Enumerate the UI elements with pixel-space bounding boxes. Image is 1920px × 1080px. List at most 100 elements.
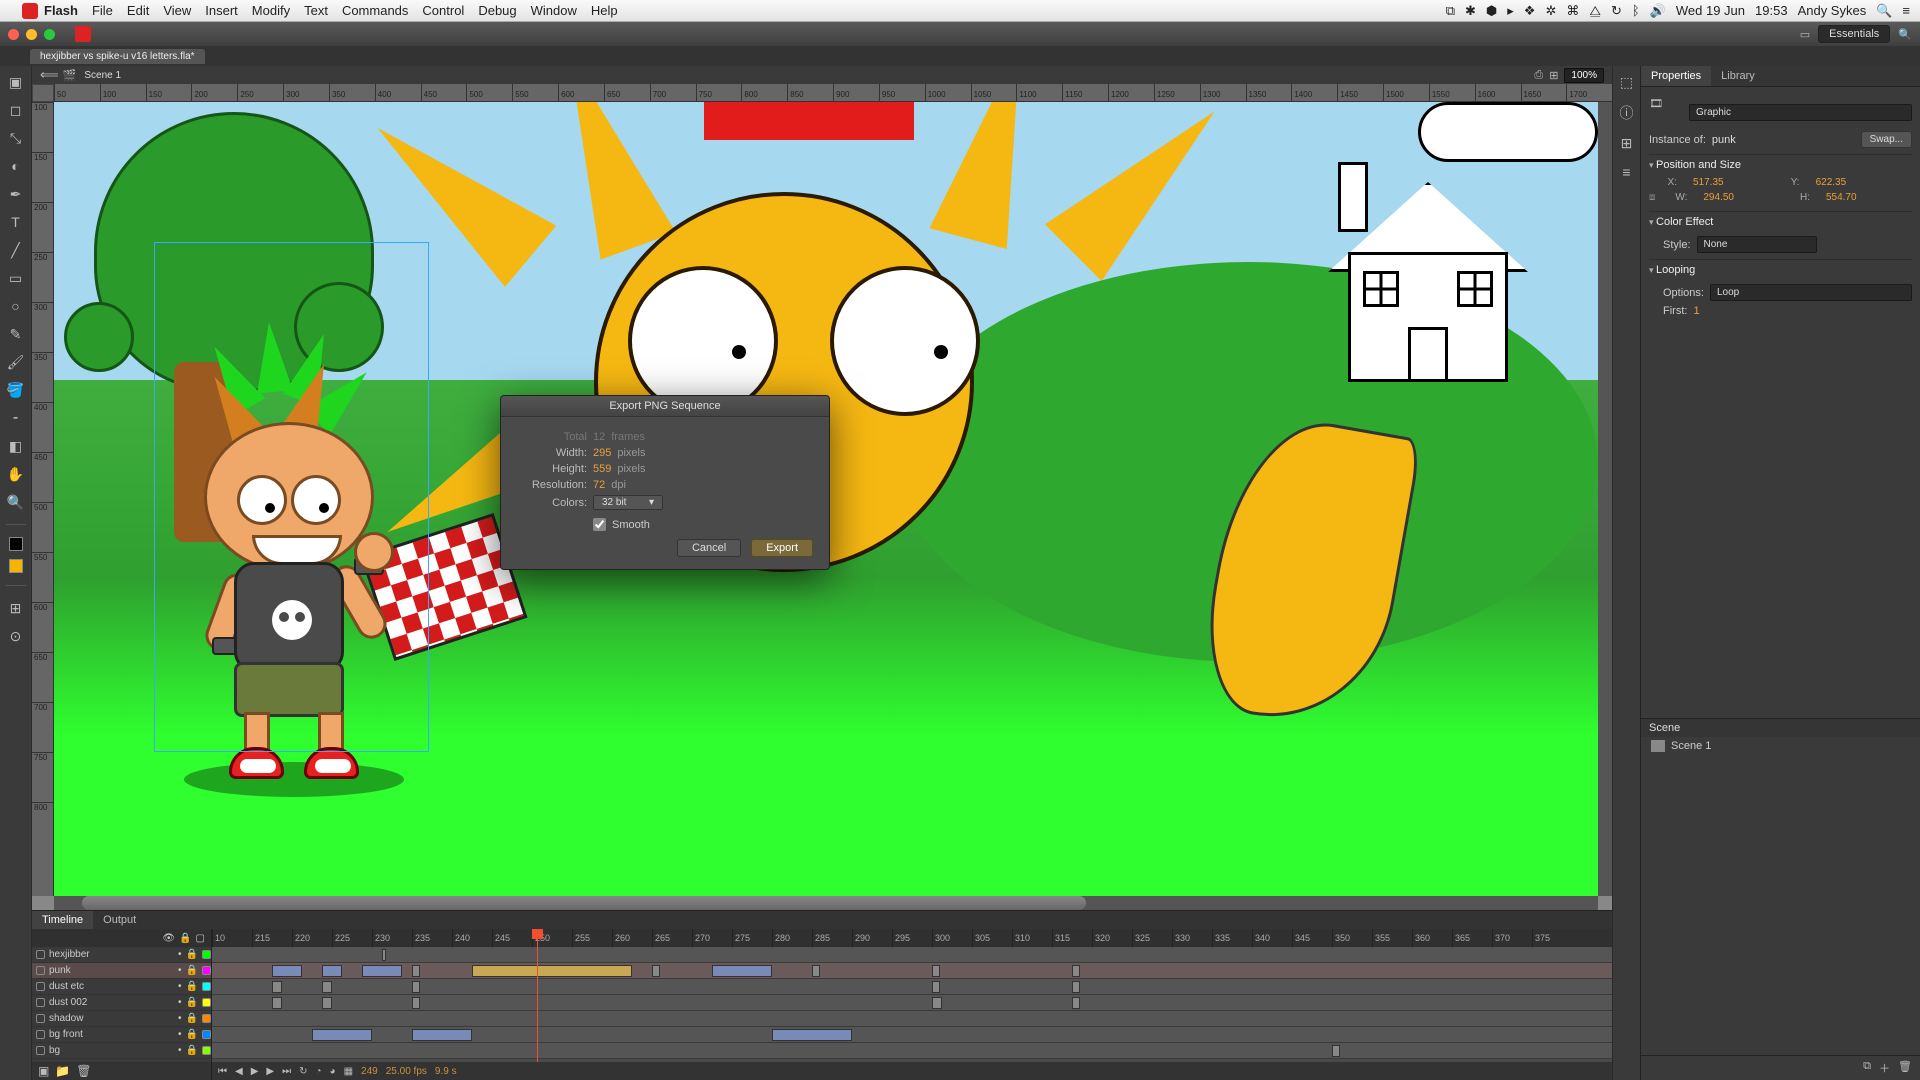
tab-library[interactable]: Library	[1711, 66, 1765, 86]
scene-list-item[interactable]: Scene 1	[1641, 737, 1920, 755]
layer-row[interactable]: bg•🔒	[32, 1043, 211, 1059]
keyframe-span[interactable]	[412, 965, 420, 977]
properties-icon[interactable]: ⬚	[1620, 74, 1633, 91]
layer-visible-dot[interactable]: •	[178, 1045, 182, 1056]
layer-outline-swatch[interactable]	[202, 1046, 211, 1055]
frame-number[interactable]: 365	[1452, 929, 1492, 947]
tab-properties[interactable]: Properties	[1641, 66, 1711, 86]
frame-number[interactable]: 275	[732, 929, 772, 947]
delete-scene-icon[interactable]: 🗑	[1898, 1060, 1912, 1076]
colors-selector[interactable]: 32 bit▾	[593, 495, 663, 510]
frame-number[interactable]: 270	[692, 929, 732, 947]
layer-lock-dot[interactable]: 🔒	[186, 965, 198, 976]
loop-options-selector[interactable]: Loop	[1710, 284, 1912, 301]
frame-number[interactable]: 350	[1332, 929, 1372, 947]
delete-layer-icon[interactable]: 🗑	[76, 1064, 91, 1078]
text-tool-icon[interactable]: T	[6, 212, 26, 232]
export-button[interactable]: Export	[751, 539, 813, 557]
menu-view[interactable]: View	[163, 3, 191, 18]
smooth-checkbox[interactable]	[593, 518, 606, 531]
layer-lock-dot[interactable]: 🔒	[186, 981, 198, 992]
keyframe-span[interactable]	[932, 981, 940, 993]
vertical-scrollbar[interactable]	[1598, 102, 1612, 896]
stroke-color-swatch[interactable]	[9, 537, 23, 551]
frame-number[interactable]: 305	[972, 929, 1012, 947]
layer-lock-dot[interactable]: 🔒	[186, 997, 198, 1008]
sync-icon[interactable]: ↻	[1611, 3, 1622, 19]
wifi-icon[interactable]: ⧋	[1589, 3, 1601, 19]
section-looping[interactable]: Looping	[1649, 259, 1912, 280]
link-wh-icon[interactable]: ⧈	[1649, 192, 1655, 203]
tab-timeline[interactable]: Timeline	[32, 911, 93, 929]
snap-icon[interactable]: ⊙	[6, 626, 26, 646]
layer-visible-dot[interactable]: •	[178, 1013, 182, 1024]
brush-tool-icon[interactable]: 🖌	[6, 352, 26, 372]
track-row[interactable]	[212, 1011, 1612, 1027]
playback-first-icon[interactable]: ⏮	[218, 1066, 227, 1077]
status-icon[interactable]: ✲	[1545, 3, 1556, 19]
layer-outline-swatch[interactable]	[202, 1014, 211, 1023]
track-row[interactable]	[212, 947, 1612, 963]
status-icon[interactable]: ❖	[1524, 3, 1536, 19]
h-value[interactable]: 554.70	[1826, 192, 1857, 203]
eraser-tool-icon[interactable]: ◧	[6, 436, 26, 456]
keyframe-span[interactable]	[652, 965, 660, 977]
frame-number[interactable]: 340	[1252, 929, 1292, 947]
outline-column-icon[interactable]: ▢	[196, 933, 205, 944]
frame-number[interactable]: 265	[652, 929, 692, 947]
frame-number[interactable]: 260	[612, 929, 652, 947]
layer-visible-dot[interactable]: •	[178, 965, 182, 976]
layer-lock-dot[interactable]: 🔒	[186, 1029, 198, 1040]
layer-outline-swatch[interactable]	[202, 966, 211, 975]
oval-tool-icon[interactable]: ○	[6, 296, 26, 316]
volume-icon[interactable]: 🔊	[1650, 3, 1666, 19]
edit-symbol-icon[interactable]: ⊞	[1549, 69, 1558, 82]
subselection-tool-icon[interactable]: ◻	[6, 100, 26, 120]
keyframe-span[interactable]	[1072, 997, 1080, 1009]
keyframe-span[interactable]	[312, 1029, 372, 1041]
layer-lock-dot[interactable]: 🔒	[186, 1013, 198, 1024]
layer-visible-dot[interactable]: •	[178, 949, 182, 960]
frame-number[interactable]: 10	[212, 929, 252, 947]
add-scene-icon[interactable]: ＋	[1879, 1060, 1890, 1076]
dialog-title[interactable]: Export PNG Sequence	[501, 396, 829, 417]
frame-number[interactable]: 285	[812, 929, 852, 947]
layer-visible-dot[interactable]: •	[178, 997, 182, 1008]
keyframe-span[interactable]	[1072, 981, 1080, 993]
frame-number[interactable]: 355	[1372, 929, 1412, 947]
edit-multiple-frames-icon[interactable]: ▦	[344, 1066, 353, 1077]
options-icon[interactable]: ⊞	[6, 598, 26, 618]
time[interactable]: 19:53	[1755, 3, 1788, 18]
app-name[interactable]: Flash	[44, 3, 78, 18]
search-icon[interactable]: 🔍	[1898, 28, 1912, 41]
frame-number[interactable]: 345	[1292, 929, 1332, 947]
edit-scene-icon[interactable]: ⎙	[1534, 69, 1543, 82]
zoom-selector[interactable]: 100%	[1564, 68, 1604, 83]
loop-icon[interactable]: ↻	[299, 1066, 307, 1077]
menu-edit[interactable]: Edit	[127, 3, 149, 18]
playback-prev-icon[interactable]: ◀	[235, 1066, 243, 1077]
keyframe-span[interactable]	[412, 1029, 472, 1041]
pen-tool-icon[interactable]: ✒	[6, 184, 26, 204]
menu-debug[interactable]: Debug	[478, 3, 516, 18]
layer-row[interactable]: bg front•🔒	[32, 1027, 211, 1043]
keyframe-span[interactable]	[322, 981, 332, 993]
align-icon[interactable]: ≡	[1622, 164, 1630, 180]
layer-lock-dot[interactable]: 🔒	[186, 949, 198, 960]
frame-number[interactable]: 330	[1172, 929, 1212, 947]
menu-window[interactable]: Window	[531, 3, 577, 18]
horizontal-scrollbar[interactable]	[54, 896, 1598, 910]
dropbox-icon[interactable]: ⬢	[1486, 3, 1497, 19]
frame-number[interactable]: 310	[1012, 929, 1052, 947]
onion-skin-outlines-icon[interactable]: ◕	[330, 1066, 336, 1077]
layer-row[interactable]: punk•🔒	[32, 963, 211, 979]
frame-number[interactable]: 220	[292, 929, 332, 947]
transform-icon[interactable]: ⊞	[1621, 135, 1633, 152]
frame-number[interactable]: 225	[332, 929, 372, 947]
scene-panel-header[interactable]: Scene	[1641, 719, 1920, 737]
keyframe-span[interactable]	[362, 965, 402, 977]
frame-number[interactable]: 255	[572, 929, 612, 947]
frame-number[interactable]: 370	[1492, 929, 1532, 947]
keyframe-span[interactable]	[1072, 965, 1080, 977]
keyframe-span[interactable]	[812, 965, 820, 977]
